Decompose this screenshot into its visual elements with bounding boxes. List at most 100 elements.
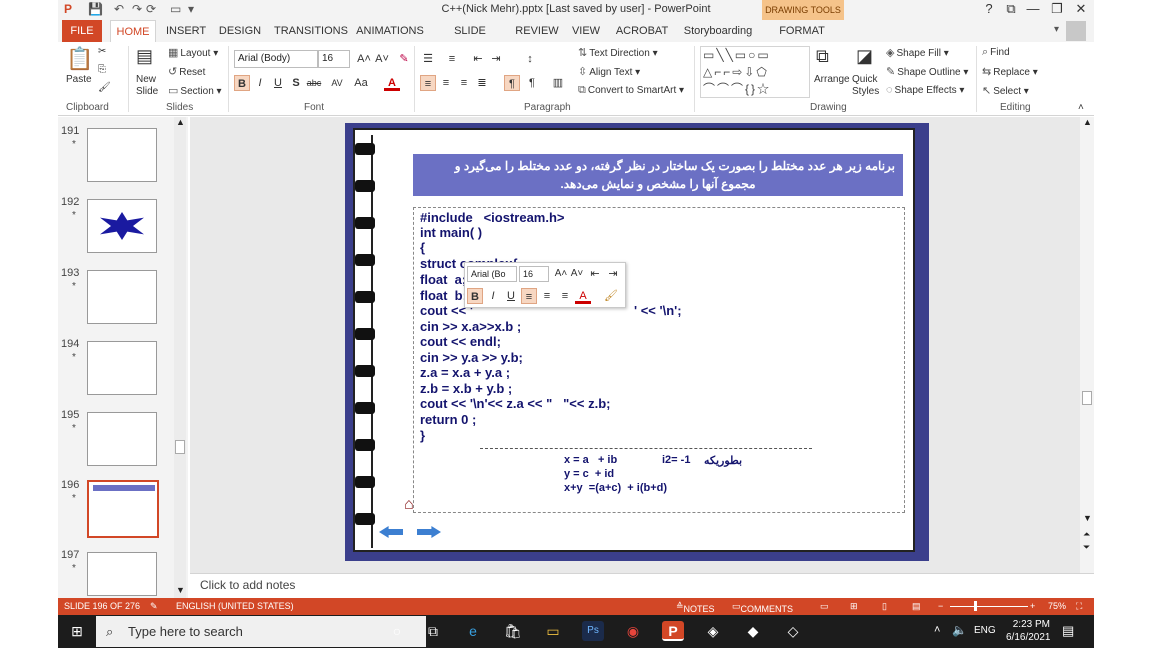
scroll-up-icon[interactable]: ▲ — [1083, 117, 1092, 127]
task-view-icon[interactable]: ⧉ — [422, 621, 444, 641]
mini-font-color-icon[interactable]: A — [575, 288, 591, 304]
app-icon[interactable]: ◇ — [782, 621, 804, 641]
zoom-level[interactable]: 75% — [1048, 601, 1066, 611]
tab-slide-show[interactable]: SLIDE SHOW — [436, 20, 504, 59]
zoom-out-icon[interactable]: − — [938, 601, 943, 611]
spelling-icon[interactable]: ✎ — [150, 601, 158, 612]
align-text-button[interactable]: ⇳ Align Text ▾ — [578, 65, 640, 78]
collapse-ribbon-icon[interactable]: ˄ — [1078, 102, 1084, 113]
select-button[interactable]: ↖ Select ▾ — [982, 84, 1029, 97]
line-spacing-icon[interactable]: ↕ — [522, 51, 538, 67]
mini-align-right-icon[interactable]: ≡ — [557, 288, 573, 304]
grow-font-icon[interactable]: A˄ — [356, 51, 372, 67]
thumbnail-scrollbar[interactable]: ▲ ▼ — [174, 117, 186, 598]
tab-home[interactable]: HOME — [110, 20, 156, 42]
zoom-slider[interactable] — [950, 606, 1028, 607]
shrink-font-icon[interactable]: A˅ — [374, 51, 390, 67]
shapes-gallery[interactable]: ▭╲╲▭○▭ △⌐⌐⇨⇩⬠ ⌒⌒⌒{}☆ — [700, 46, 810, 98]
scroll-thumb[interactable] — [1082, 391, 1092, 405]
tab-design[interactable]: DESIGN — [218, 20, 262, 42]
store-icon[interactable]: 🛍 — [502, 621, 524, 641]
paste-icon[interactable]: 📋 — [66, 46, 93, 72]
slide-thumbnail-197[interactable] — [87, 552, 157, 596]
font-color-button[interactable]: A — [384, 75, 400, 91]
tab-view[interactable]: VIEW — [568, 20, 604, 42]
code-textbox[interactable]: #include <iostream.h> int main( ) { stru… — [404, 207, 905, 513]
slide-sorter-icon[interactable]: ⊞ — [850, 601, 858, 612]
reset-button[interactable]: ↺ Reset — [168, 65, 205, 78]
copy-icon[interactable]: ⎘ — [98, 64, 106, 75]
volume-icon[interactable]: 🔈 — [952, 623, 967, 637]
mini-grow-font-icon[interactable]: A˄ — [553, 266, 569, 282]
scroll-down-icon[interactable]: ▼ — [1083, 513, 1092, 523]
photoshop-icon[interactable]: Ps — [582, 621, 604, 641]
close-button[interactable]: ✕ — [1070, 1, 1092, 19]
mini-increase-indent-icon[interactable]: ⇥ — [605, 266, 621, 282]
mini-font-size[interactable]: 16 — [519, 266, 549, 282]
layout-button[interactable]: ▦ Layout ▾ — [168, 46, 218, 59]
mini-underline-button[interactable]: U — [503, 288, 519, 304]
scroll-down-icon[interactable]: ▼ — [176, 585, 185, 595]
justify-icon[interactable]: ≣ — [474, 75, 490, 91]
file-explorer-icon[interactable]: ▭ — [542, 621, 564, 641]
replace-button[interactable]: ⇆ Replace ▾ — [982, 65, 1038, 78]
avatar[interactable] — [1066, 21, 1086, 41]
new-slide-icon[interactable]: ▤ — [136, 46, 153, 67]
app-icon[interactable]: ◈ — [702, 621, 724, 641]
mini-decrease-indent-icon[interactable]: ⇤ — [587, 266, 603, 282]
zoom-in-icon[interactable]: + — [1030, 601, 1035, 611]
decrease-indent-icon[interactable]: ⇤ — [470, 51, 486, 67]
mini-format-painter-icon[interactable]: 🖌 — [603, 288, 619, 304]
ribbon-display-options-button[interactable]: ⧉ — [1000, 1, 1022, 19]
italic-button[interactable]: I — [252, 75, 268, 91]
chrome-icon[interactable]: ◉ — [622, 621, 644, 641]
home-icon[interactable]: ⌂ — [404, 496, 414, 514]
shadow-button[interactable]: S — [288, 75, 304, 91]
edge-icon[interactable]: e — [462, 621, 484, 641]
notifications-icon[interactable]: ▤ — [1062, 623, 1074, 639]
mini-align-center-icon[interactable]: ≡ — [539, 288, 555, 304]
scroll-up-icon[interactable]: ▲ — [176, 117, 185, 127]
font-size-box[interactable]: 16 — [318, 50, 350, 68]
tab-review[interactable]: REVIEW — [514, 20, 560, 42]
app-icon[interactable]: ◆ — [742, 621, 764, 641]
slide-scrollbar[interactable]: ▲ ▼ ⏶ ⏷ — [1080, 117, 1094, 573]
section-button[interactable]: ▭ Section ▾ — [168, 84, 222, 97]
previous-slide-icon[interactable]: ⏶ — [1083, 529, 1090, 540]
minimize-button[interactable]: — — [1022, 1, 1044, 19]
help-button[interactable]: ? — [978, 1, 1000, 19]
slide-thumbnail-194[interactable] — [87, 341, 157, 395]
slide-thumbnail-193[interactable] — [87, 270, 157, 324]
shape-fill-button[interactable]: ◈ Shape Fill ▾ — [886, 46, 949, 59]
tab-acrobat[interactable]: ACROBAT — [614, 20, 670, 42]
normal-view-icon[interactable]: ▭ — [820, 601, 829, 612]
maximize-button[interactable]: ❐ — [1046, 1, 1068, 19]
quick-styles-icon[interactable]: ◪ — [856, 46, 873, 67]
notes-pane[interactable]: Click to add notes — [190, 573, 1094, 598]
text-direction-button[interactable]: ⇅ Text Direction ▾ — [578, 46, 658, 59]
tab-transitions[interactable]: TRANSITIONS — [274, 20, 348, 42]
bold-button[interactable]: B — [234, 75, 250, 91]
change-case-button[interactable]: Aa — [350, 75, 372, 91]
mini-shrink-font-icon[interactable]: A˅ — [569, 266, 585, 282]
comments-button[interactable]: ▭ COMMENTS — [732, 601, 793, 614]
slide-thumbnail-195[interactable] — [87, 412, 157, 466]
show-hidden-icons[interactable]: ˄ — [934, 624, 940, 636]
mini-bold-button[interactable]: B — [467, 288, 483, 304]
tab-file[interactable]: FILE — [62, 20, 102, 42]
format-painter-icon[interactable]: 🖌 — [98, 82, 111, 93]
slide-canvas[interactable]: برنامه زیر هر عدد مختلط را بصورت یک ساخت… — [345, 123, 929, 561]
title-banner[interactable]: برنامه زیر هر عدد مختلط را بصورت یک ساخت… — [413, 154, 903, 196]
align-center-icon[interactable]: ≡ — [438, 75, 454, 91]
align-left-icon[interactable]: ≡ — [420, 75, 436, 91]
cut-icon[interactable]: ✂ — [98, 46, 106, 57]
tab-insert[interactable]: INSERT — [166, 20, 206, 42]
align-right-icon[interactable]: ≡ — [456, 75, 472, 91]
arrange-icon[interactable]: ⧉ — [816, 46, 829, 67]
mini-align-left-icon[interactable]: ≡ — [521, 288, 537, 304]
strikethrough-button[interactable]: abc — [304, 75, 324, 91]
find-button[interactable]: ⌕ Find — [982, 46, 1010, 59]
zoom-slider-thumb[interactable] — [974, 601, 977, 611]
mini-italic-button[interactable]: I — [485, 288, 501, 304]
tab-animations[interactable]: ANIMATIONS — [356, 20, 424, 42]
